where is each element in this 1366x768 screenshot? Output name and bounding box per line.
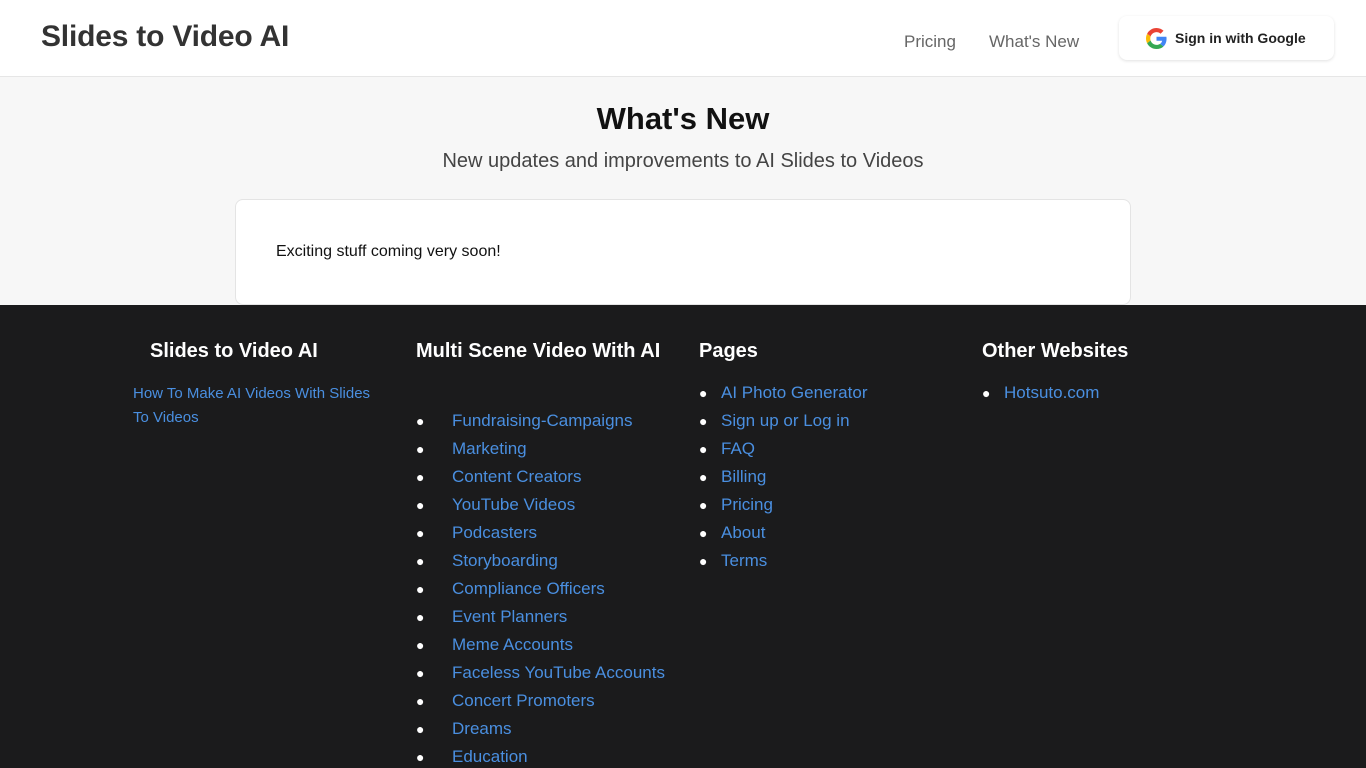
top-navbar: Slides to Video AI Pricing What's New Si… [0, 0, 1366, 77]
page-title: What's New [596, 101, 770, 136]
nav-pricing-link[interactable]: Pricing [904, 31, 956, 53]
bullet-icon: ● [416, 749, 425, 765]
footer-how-to-link[interactable]: How To Make AI Videos With Slides To Vid… [133, 382, 383, 430]
bullet-icon: ● [416, 721, 425, 737]
bullet-icon: ● [416, 525, 425, 541]
bullet-icon: ● [416, 553, 425, 569]
footer-link[interactable]: Sign up or Log in [721, 407, 850, 435]
footer-link[interactable]: Faceless YouTube Accounts [452, 659, 665, 687]
bullet-icon: ● [416, 497, 425, 513]
footer-other-websites-title: Other Websites [982, 340, 1129, 362]
bullet-icon: ● [699, 413, 708, 429]
footer-link[interactable]: Event Planners [452, 603, 567, 631]
footer-multi-scene-title: Multi Scene Video With AI [416, 340, 661, 362]
footer-link[interactable]: Content Creators [452, 463, 581, 491]
bullet-icon: ● [699, 469, 708, 485]
footer-link[interactable]: Compliance Officers [452, 575, 605, 603]
footer: Slides to Video AI How To Make AI Videos… [0, 305, 1366, 768]
bullet-icon: ● [699, 497, 708, 513]
nav-whats-new-link[interactable]: What's New [989, 31, 1079, 53]
footer-link[interactable]: Podcasters [452, 519, 537, 547]
bullet-icon: ● [699, 553, 708, 569]
footer-link[interactable]: Dreams [452, 715, 512, 743]
bullet-icon: ● [416, 609, 425, 625]
bullet-icon: ● [416, 665, 425, 681]
bullet-icon: ● [416, 581, 425, 597]
brand-logo-text[interactable]: Slides to Video AI [41, 18, 289, 56]
footer-link[interactable]: Marketing [452, 435, 527, 463]
footer-link[interactable]: About [721, 519, 765, 547]
bullet-icon: ● [416, 637, 425, 653]
sign-in-label: Sign in with Google [1175, 30, 1306, 46]
bullet-icon: ● [699, 525, 708, 541]
bullet-icon: ● [416, 413, 425, 429]
sign-in-with-google-button[interactable]: Sign in with Google [1119, 16, 1334, 60]
footer-link[interactable]: AI Photo Generator [721, 379, 867, 407]
footer-link[interactable]: Pricing [721, 491, 773, 519]
footer-link[interactable]: FAQ [721, 435, 755, 463]
footer-link[interactable]: Hotsuto.com [1004, 379, 1099, 407]
footer-link[interactable]: Education [452, 743, 528, 768]
page-subtitle: New updates and improvements to AI Slide… [442, 150, 924, 172]
updates-card-text: Exciting stuff coming very soon! [276, 243, 501, 260]
updates-card: Exciting stuff coming very soon! [235, 199, 1131, 305]
footer-link[interactable]: Billing [721, 463, 766, 491]
footer-link[interactable]: Concert Promoters [452, 687, 595, 715]
bullet-icon: ● [699, 385, 708, 401]
google-g-icon [1146, 27, 1167, 49]
footer-link[interactable]: Terms [721, 547, 767, 575]
footer-brand-title: Slides to Video AI [150, 340, 318, 362]
footer-link[interactable]: Meme Accounts [452, 631, 573, 659]
bullet-icon: ● [982, 385, 991, 401]
bullet-icon: ● [699, 441, 708, 457]
footer-link[interactable]: YouTube Videos [452, 491, 575, 519]
bullet-icon: ● [416, 441, 425, 457]
footer-link[interactable]: Storyboarding [452, 547, 558, 575]
footer-pages-title: Pages [699, 340, 758, 362]
bullet-icon: ● [416, 469, 425, 485]
footer-link[interactable]: Fundraising-Campaigns [452, 407, 632, 435]
bullet-icon: ● [416, 693, 425, 709]
